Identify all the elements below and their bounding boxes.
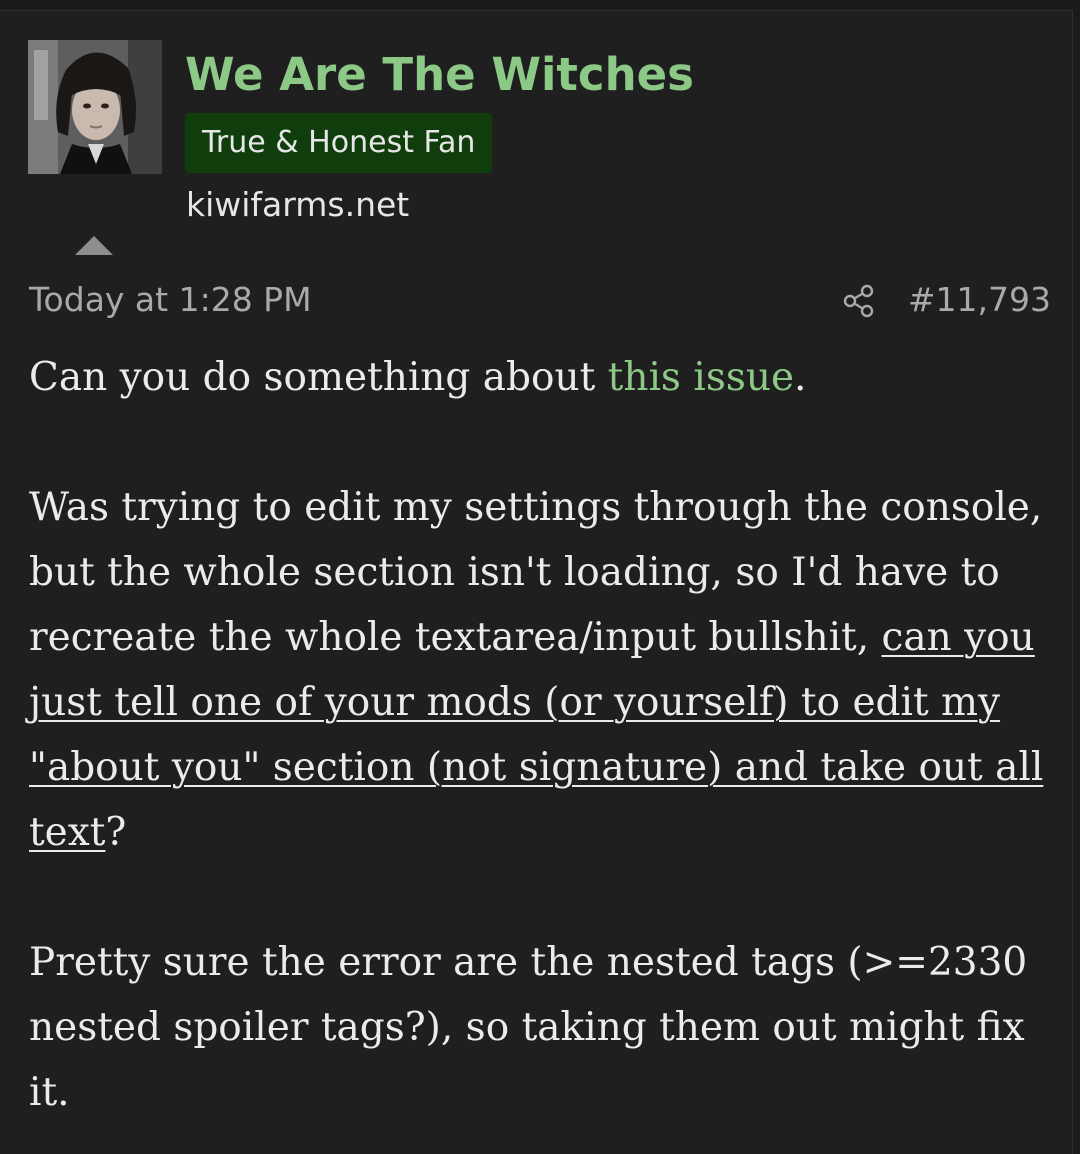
- message-text: Can you do something about: [29, 355, 608, 400]
- post-date[interactable]: Today at 1:28 PM: [29, 276, 312, 324]
- message-text: ?: [105, 810, 127, 855]
- share-icon[interactable]: [842, 284, 878, 318]
- message-paragraph: Can you do something about this issue.: [29, 345, 1044, 410]
- issue-link[interactable]: this issue: [608, 355, 794, 400]
- message-paragraph: Pretty sure the error are the nested tag…: [29, 940, 1028, 1115]
- message-paragraph: Was trying to edit my settings through t…: [29, 475, 1044, 865]
- post-number[interactable]: #11,793: [908, 276, 1051, 324]
- user-title-badge: True & Honest Fan: [185, 113, 493, 173]
- avatar-image: [28, 40, 162, 174]
- username[interactable]: We Are The Witches: [185, 45, 694, 105]
- post-message-body: Can you do something about this issue. W…: [29, 345, 1044, 1125]
- message-text: .: [794, 355, 807, 400]
- user-site: kiwifarms.net: [186, 185, 410, 224]
- page-frame: We Are The Witches True & Honest Fan kiw…: [0, 0, 1080, 1154]
- user-avatar[interactable]: [28, 40, 162, 174]
- collapse-arrow-icon[interactable]: [75, 236, 113, 255]
